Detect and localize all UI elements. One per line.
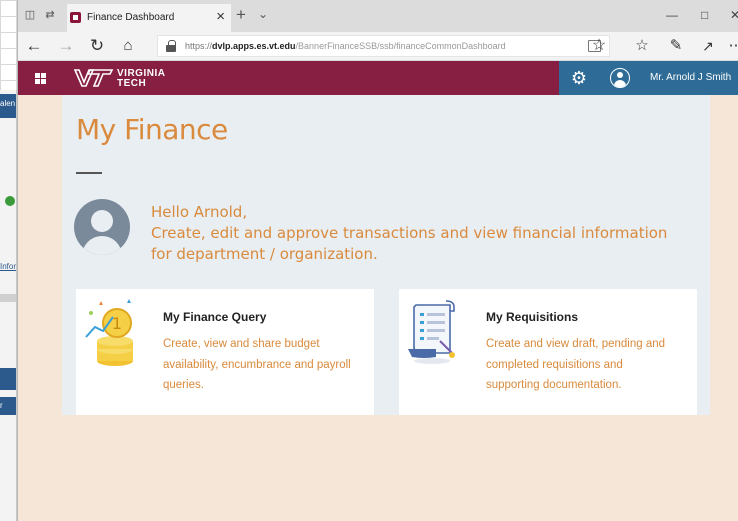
bg-window-bar [0, 368, 16, 390]
tabs-aside-icon[interactable]: ⇄ [43, 9, 57, 22]
brand-name: VIRGINIA TECH [117, 68, 166, 89]
tab-dropdown-icon[interactable]: ⌄ [258, 7, 268, 21]
browser-window: ◫ ⇄ Finance Dashboard × + ⌄ — □ ✕ ← → ↻ … [17, 0, 738, 521]
maximize-icon[interactable]: □ [701, 8, 708, 22]
card-my-finance-query[interactable]: 1 My Finance Query Create, view and shar… [76, 289, 374, 415]
card-description: Create, view and share budget availabili… [163, 338, 351, 391]
close-window-icon[interactable]: ✕ [730, 8, 738, 22]
user-area: ⚙ Mr. Arnold J Smith [559, 61, 738, 95]
coins-icon: 1 [85, 299, 133, 366]
set-tabs-aside-icon[interactable]: ◫ [23, 9, 37, 22]
share-icon[interactable]: ↗ [698, 36, 718, 56]
app-menu-grid-icon[interactable] [35, 73, 46, 84]
user-avatar-icon[interactable] [610, 68, 630, 88]
title-divider [76, 172, 102, 174]
address-bar[interactable]: https://dvlp.apps.es.vt.edu/BannerFinanc… [157, 35, 610, 57]
dashboard-panel: My Finance Hello Arnold, Create, edit an… [62, 95, 710, 415]
bg-window-link[interactable]: Infor [0, 262, 16, 271]
app-header: VIRGINIA TECH ⚙ Mr. Arnold J Smith [18, 61, 738, 95]
new-tab-icon[interactable]: + [236, 5, 246, 25]
bg-window-badge [5, 196, 15, 206]
pen-icon[interactable]: ✎ [666, 36, 686, 56]
tab-title: Finance Dashboard [87, 12, 175, 23]
card-title: My Requisitions [486, 310, 579, 324]
document-icon [408, 300, 455, 364]
profile-avatar-icon [74, 199, 130, 255]
favorites-list-icon[interactable]: ☆ [632, 36, 652, 56]
back-icon[interactable]: ← [24, 36, 44, 56]
forward-icon[interactable]: → [56, 36, 76, 56]
card-title: My Finance Query [163, 310, 267, 324]
bg-window-divider [0, 294, 16, 302]
close-tab-icon[interactable]: × [216, 8, 225, 25]
greeting: Hello Arnold, Create, edit and approve t… [151, 202, 691, 265]
page-title: My Finance [76, 113, 228, 146]
vt-logo-icon [74, 69, 114, 87]
url-text: https://dvlp.apps.es.vt.edu/BannerFinanc… [185, 41, 506, 51]
user-name[interactable]: Mr. Arnold J Smith [650, 72, 731, 83]
gear-icon[interactable]: ⚙ [569, 68, 589, 88]
bg-window-text: alen [0, 99, 16, 108]
svg-text:1: 1 [112, 314, 122, 333]
home-icon[interactable]: ⌂ [118, 36, 138, 56]
card-my-requisitions[interactable]: My Requisitions Create and view draft, p… [399, 289, 697, 415]
tab-strip: ◫ ⇄ Finance Dashboard × + ⌄ — □ ✕ [18, 0, 738, 32]
tab-finance-dashboard[interactable]: Finance Dashboard × [67, 4, 231, 32]
more-icon[interactable]: ⋯ [726, 36, 738, 56]
greeting-hello: Hello Arnold, [151, 203, 248, 221]
bg-window-button-text: r [0, 401, 3, 410]
greeting-message: Create, edit and approve transactions an… [151, 224, 668, 263]
favorite-star-icon[interactable]: ☆ [589, 36, 609, 56]
navigation-bar: ← → ↻ ⌂ https://dvlp.apps.es.vt.edu/Bann… [18, 32, 738, 61]
refresh-icon[interactable]: ↻ [87, 36, 107, 56]
minimize-icon[interactable]: — [666, 8, 678, 22]
favicon-icon [70, 12, 81, 23]
background-window: alen Infor r [0, 90, 17, 521]
card-description: Create and view draft, pending and compl… [486, 338, 666, 391]
lock-icon [166, 40, 176, 52]
